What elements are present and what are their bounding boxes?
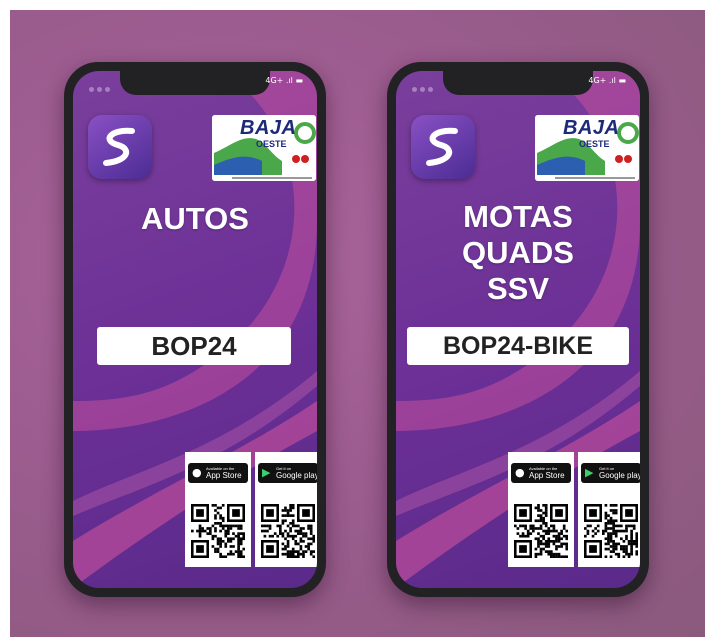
status-indicators: [412, 79, 442, 92]
app-icon-s-road[interactable]: [411, 115, 475, 179]
category-line: MOTAS: [463, 199, 573, 234]
event-code: BOP24: [97, 327, 291, 365]
status-bar-text: 4G+ .ıl ▬: [588, 76, 626, 85]
status-indicators: [89, 79, 119, 92]
apple-icon: ●: [515, 466, 525, 479]
event-logo-subname: OESTE: [256, 139, 287, 149]
google-play-icon: ▶: [585, 466, 594, 479]
phone-notch: [120, 71, 270, 95]
poster-background: 4G+ .ıl ▬ BAJA OESTE AUTOS BOP24 ● Avail…: [10, 10, 705, 637]
apple-icon: ●: [192, 466, 202, 479]
phone-screen: 4G+ .ıl ▬ BAJA OESTE AUTOS BOP24 ● Avail…: [73, 71, 317, 588]
google-play-card[interactable]: ▶ Get it on Google play: [578, 452, 640, 567]
event-logo-name: BAJA: [563, 117, 620, 139]
category-line: SSV: [486, 271, 550, 306]
category-line: QUADS: [462, 235, 574, 270]
event-logo-name: BAJA: [240, 117, 297, 139]
badge-big-text: Google play: [276, 471, 317, 480]
phone-motas: 4G+ .ıl ▬ BAJA OESTE MOTAS QUADS SSV BOP…: [387, 62, 649, 597]
event-code: BOP24-BIKE: [407, 327, 629, 365]
s-road-icon: [426, 127, 458, 166]
app-store-badge[interactable]: ● Available on the App Store: [188, 463, 248, 483]
google-play-badge[interactable]: ▶ Get it on Google play: [581, 463, 640, 483]
qr-code: [514, 504, 568, 558]
qr-code: [584, 504, 638, 558]
qr-code: [261, 504, 315, 558]
phone-notch: [443, 71, 593, 95]
status-bar-text: 4G+ .ıl ▬: [265, 76, 303, 85]
app-icon-s-road[interactable]: [88, 115, 152, 179]
badge-big-text: App Store: [206, 471, 242, 480]
google-play-badge[interactable]: ▶ Get it on Google play: [258, 463, 317, 483]
event-logo: BAJA OESTE: [212, 115, 316, 181]
phone-autos: 4G+ .ıl ▬ BAJA OESTE AUTOS BOP24 ● Avail…: [64, 62, 326, 597]
category-line: AUTOS: [141, 201, 249, 236]
app-store-card[interactable]: ● Available on the App Store: [185, 452, 251, 567]
badge-big-text: App Store: [529, 471, 565, 480]
app-store-card[interactable]: ● Available on the App Store: [508, 452, 574, 567]
event-logo-subname: OESTE: [579, 139, 610, 149]
qr-code: [191, 504, 245, 558]
badge-big-text: Google play: [599, 471, 640, 480]
event-logo: BAJA OESTE: [535, 115, 639, 181]
google-play-icon: ▶: [262, 466, 271, 479]
s-road-icon: [103, 127, 135, 166]
app-store-badge[interactable]: ● Available on the App Store: [511, 463, 571, 483]
google-play-card[interactable]: ▶ Get it on Google play: [255, 452, 317, 567]
phone-screen: 4G+ .ıl ▬ BAJA OESTE MOTAS QUADS SSV BOP…: [396, 71, 640, 588]
